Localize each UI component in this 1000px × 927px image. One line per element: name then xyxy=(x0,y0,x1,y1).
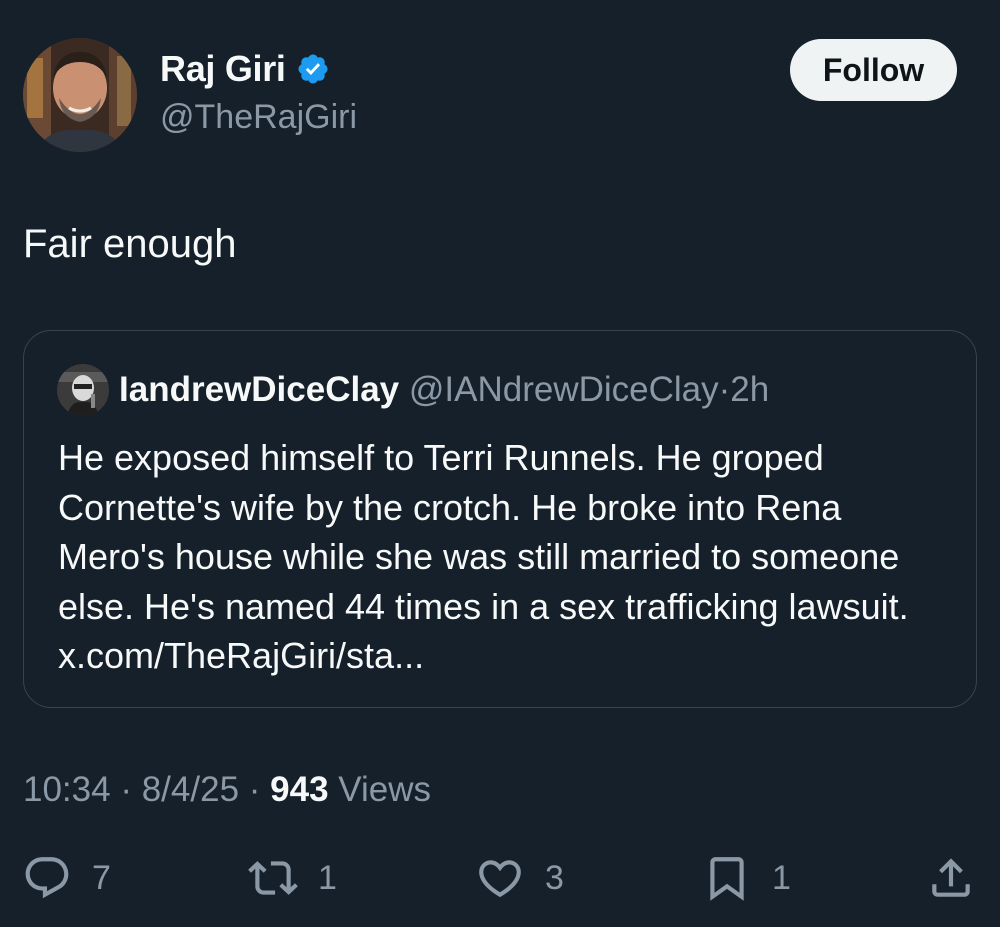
share-icon xyxy=(932,858,970,897)
tweet-text: Fair enough xyxy=(23,222,237,266)
quoted-tweet-header: IandrewDiceClay @IANdrewDiceClay·2h xyxy=(119,369,769,411)
quoted-separator: · xyxy=(718,370,731,409)
views-label: Views xyxy=(338,770,432,809)
repost-count: 1 xyxy=(318,858,337,897)
tweet-time[interactable]: 10:34 xyxy=(23,770,111,809)
tweet-detail: Raj Giri @TheRajGiri Follow Fair enough … xyxy=(0,0,1000,927)
reply-button[interactable]: 7 xyxy=(22,850,111,906)
reply-count: 7 xyxy=(92,858,111,897)
bookmark-count: 1 xyxy=(772,858,791,897)
author-display-name[interactable]: Raj Giri xyxy=(160,48,286,90)
tweet-meta: 10:34 · 8/4/25 · 943 Views xyxy=(23,770,431,810)
meta-separator: · xyxy=(120,770,132,809)
quoted-handle[interactable]: @IANdrewDiceClay xyxy=(409,370,719,409)
tweet-date[interactable]: 8/4/25 xyxy=(142,770,239,809)
share-button[interactable] xyxy=(926,850,976,906)
quoted-tweet-text: He exposed himself to Terri Runnels. He … xyxy=(58,437,909,676)
repost-button[interactable]: 1 xyxy=(248,850,337,906)
heart-icon xyxy=(479,860,521,898)
quoted-avatar-photo-icon xyxy=(57,364,109,416)
author-name-row: Raj Giri xyxy=(160,48,330,90)
verified-badge-icon xyxy=(296,52,330,86)
author-avatar[interactable] xyxy=(23,38,137,152)
repost-icon xyxy=(248,861,298,895)
avatar-photo-icon xyxy=(23,38,137,152)
follow-button[interactable]: Follow xyxy=(790,39,957,101)
like-button[interactable]: 3 xyxy=(475,850,564,906)
quoted-display-name[interactable]: IandrewDiceClay xyxy=(119,370,399,409)
meta-separator: · xyxy=(248,770,261,809)
reply-icon xyxy=(25,857,69,899)
quoted-timestamp[interactable]: 2h xyxy=(730,370,769,409)
views-count: 943 xyxy=(270,770,329,809)
author-handle[interactable]: @TheRajGiri xyxy=(160,98,357,137)
bookmark-icon xyxy=(710,857,744,901)
quoted-tweet-card[interactable]: IandrewDiceClay @IANdrewDiceClay·2h He e… xyxy=(23,330,977,708)
like-count: 3 xyxy=(545,858,564,897)
action-bar: 7 1 3 1 xyxy=(0,850,1000,910)
bookmark-button[interactable]: 1 xyxy=(702,850,791,906)
quoted-author-avatar[interactable] xyxy=(57,364,109,416)
